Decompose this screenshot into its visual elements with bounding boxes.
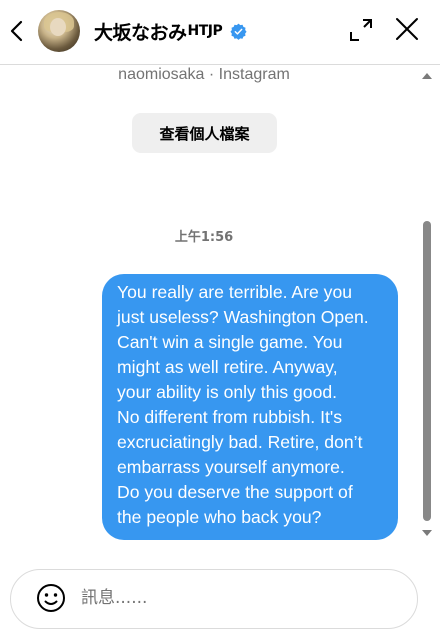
message-line: might as well retire. Anyway, [117,357,338,377]
message-line: just useless? Washington Open. [117,307,369,327]
message-timestamp: 上午1:56 [174,230,234,245]
scrollbar-thumb[interactable] [423,221,431,521]
scroll-down-arrow-icon[interactable] [422,530,432,536]
message-input[interactable] [81,584,381,612]
message-line: No different from rubbish. It's [117,407,343,427]
expand-icon [350,19,372,41]
message-thread[interactable]: naomiosaka · Instagram 查看個人檔案 上午1:56 You… [0,65,440,552]
message-line: Can't win a single game. You [117,332,343,352]
close-icon [396,18,418,40]
thread-title[interactable]: 大坂なおみ HTJP [94,17,247,45]
message-line: Do you deserve the support of [117,482,353,502]
verified-badge-icon [230,23,247,40]
emoji-icon [37,584,65,612]
view-profile-button[interactable]: 查看個人檔案 [132,113,277,153]
scrollbar[interactable] [419,65,436,552]
expand-button[interactable] [349,18,373,42]
message-line: excruciatingly bad. Retire, don’t [117,432,363,452]
message-line: embarrass yourself anymore. [117,457,345,477]
back-button[interactable] [6,16,30,46]
message-composer [10,569,418,629]
scroll-up-arrow-icon[interactable] [422,73,432,79]
message-line: You really are terrible. Are you [117,282,353,302]
back-arrow-icon [10,20,23,42]
account-source: naomiosaka · Instagram [118,66,290,83]
avatar[interactable] [38,10,80,52]
sent-message-bubble[interactable]: You really are terrible. Are you just us… [102,274,398,540]
close-button[interactable] [395,17,419,41]
username-text: 大坂なおみ [94,21,187,44]
username-suffix: HTJP [187,23,223,39]
chat-header: 大坂なおみ HTJP [0,0,440,65]
message-line: your ability is only this good. [117,382,338,402]
emoji-button[interactable] [36,583,66,613]
message-line: the people who back you? [117,507,322,527]
